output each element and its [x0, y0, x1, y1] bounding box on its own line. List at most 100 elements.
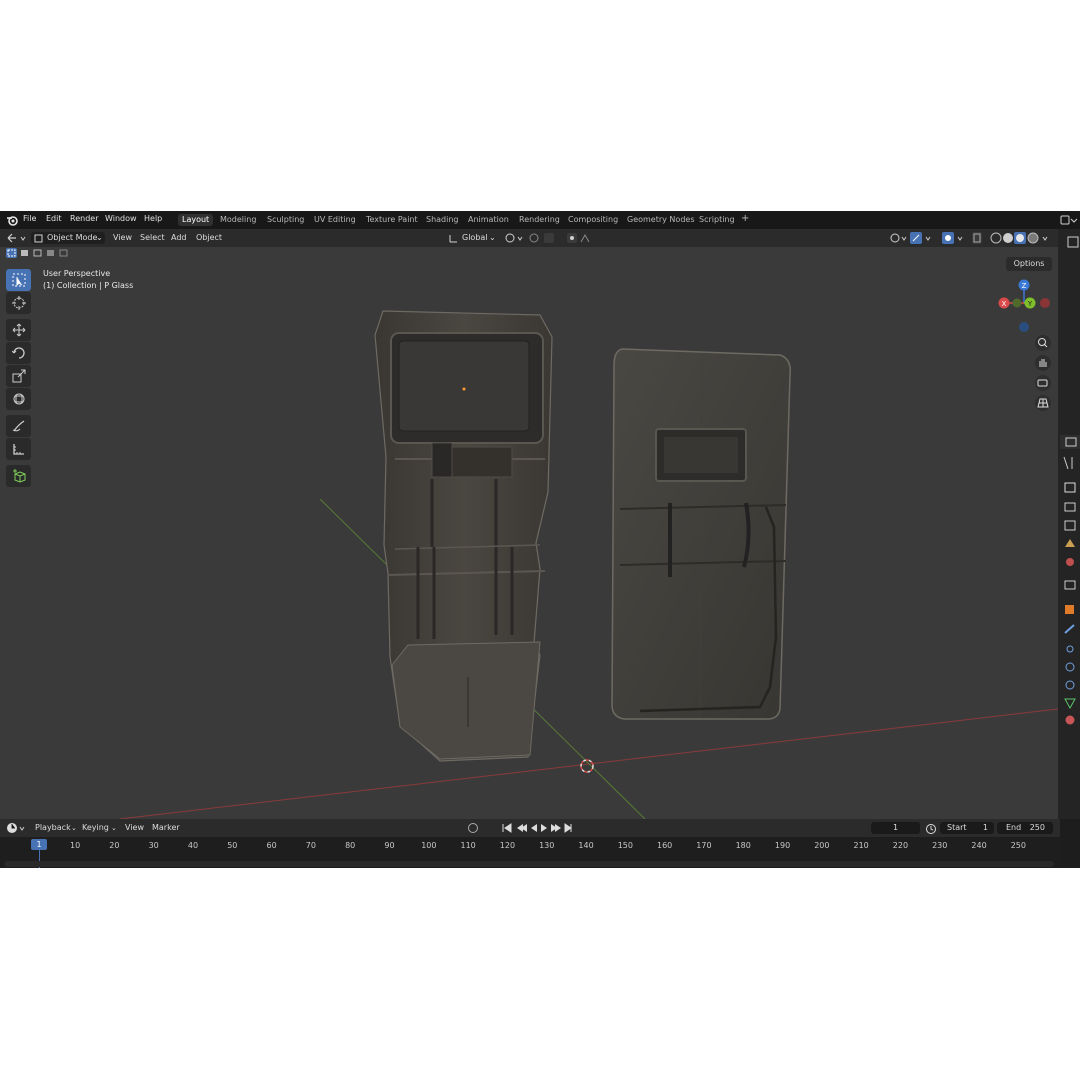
menu-select[interactable]: Select — [140, 232, 165, 244]
tab-uv-editing[interactable]: UV Editing — [310, 214, 360, 226]
timeline-tick-label: 90 — [384, 841, 395, 850]
timeline-tick-label: 220 — [892, 841, 909, 850]
timeline-tick-label: 170 — [696, 841, 712, 850]
menu-window[interactable]: Window — [105, 214, 137, 223]
current-frame-field[interactable]: 1 — [871, 822, 920, 834]
chevron-down-icon: ⌄ — [71, 824, 77, 832]
properties-tabs-icons[interactable] — [1060, 229, 1080, 749]
tab-shading[interactable]: Shading — [422, 214, 463, 226]
jump-start-icon — [502, 823, 512, 833]
timeline-tick-label: 110 — [460, 841, 476, 850]
tab-compositing[interactable]: Compositing — [564, 214, 622, 226]
world-icon — [1066, 558, 1074, 566]
navigation-gizmo[interactable]: Z X Y — [994, 275, 1056, 337]
timeline-tick-label: 20 — [109, 841, 120, 850]
timeline-tick-label: 130 — [539, 841, 555, 850]
end-label: End — [1006, 823, 1022, 832]
tab-scripting[interactable]: Scripting — [695, 214, 739, 226]
transform-orientation-dropdown[interactable]: Global ⌄ — [446, 232, 498, 244]
timeline-tick-label: 30 — [148, 841, 159, 850]
snapping-proportional-icons[interactable] — [503, 232, 598, 244]
scene-icon — [1065, 539, 1075, 547]
scale-icon — [12, 369, 25, 383]
3d-viewport[interactable]: User Perspective (1) Collection | P Glas… — [0, 247, 1058, 819]
tab-sculpting[interactable]: Sculpting — [263, 214, 308, 226]
play-icon — [541, 824, 547, 832]
add-cube-tool[interactable] — [6, 465, 31, 487]
gizmo-x-label: X — [1002, 300, 1007, 308]
scene-selector-icon[interactable] — [1060, 214, 1078, 226]
scene-canvas — [119, 310, 1058, 819]
menu-view[interactable]: View — [113, 232, 132, 244]
select-box-tool[interactable] — [6, 269, 31, 291]
gizmo-y-label: Y — [1027, 300, 1033, 308]
tab-rendering[interactable]: Rendering — [515, 214, 564, 226]
end-frame-field[interactable]: End 250 — [997, 822, 1053, 834]
chevron-down-icon: ⌄ — [489, 233, 496, 242]
measure-tool[interactable] — [6, 438, 31, 460]
timeline-tick-label: 210 — [853, 841, 869, 850]
menu-file[interactable]: File — [23, 214, 36, 223]
render-icon — [1064, 482, 1076, 493]
rotate-tool[interactable] — [6, 342, 31, 364]
end-value: 250 — [1029, 823, 1045, 832]
menu-marker[interactable]: Marker — [152, 822, 180, 834]
timeline-tick-label: 120 — [499, 841, 516, 850]
gizmo-neg-y — [1012, 298, 1022, 308]
jump-keyframe-back-icon — [517, 824, 527, 832]
transform-tool[interactable] — [6, 388, 31, 410]
timeline-tick-label: 40 — [187, 841, 199, 850]
shading-mode-buttons[interactable] — [972, 232, 1054, 244]
annotate-tool[interactable] — [6, 415, 31, 437]
stopwatch-icon[interactable] — [925, 822, 937, 834]
timeline-tick-label: 250 — [1010, 841, 1026, 850]
tab-layout[interactable]: Layout — [178, 214, 214, 226]
menu-playback[interactable]: Playback — [35, 822, 71, 834]
timeline-tick-label: 230 — [932, 841, 948, 850]
menu-keying[interactable]: Keying — [82, 822, 109, 834]
menu-render[interactable]: Render — [70, 214, 98, 223]
timeline-tick-label: 190 — [774, 841, 791, 850]
options-dropdown[interactable]: Options — [1006, 257, 1052, 271]
add-workspace-button[interactable]: + — [737, 213, 753, 225]
particles-icon — [1066, 645, 1074, 653]
blender-logo-icon[interactable] — [6, 214, 18, 226]
select-mode-buttons[interactable] — [6, 247, 70, 259]
playback-controls[interactable] — [467, 822, 579, 834]
menu-object[interactable]: Object — [196, 232, 222, 244]
tab-animation[interactable]: Animation — [464, 214, 513, 226]
timeline-scrollbar[interactable] — [4, 861, 1054, 867]
timeline-area[interactable]: 1 10 20 30 40 50 60 70 80 90 100 110 120 130 140 150 16… — [0, 837, 1060, 868]
timeline-editor-icon[interactable] — [6, 822, 28, 834]
shield-back-model — [374, 310, 553, 762]
timeline-tick-label: 80 — [345, 841, 356, 850]
move-arrows-icon — [12, 323, 25, 337]
editor-type-icon[interactable] — [6, 232, 28, 244]
playhead-frame-badge[interactable]: 1 — [31, 839, 47, 850]
tab-modeling[interactable]: Modeling — [216, 214, 260, 226]
menu-edit[interactable]: Edit — [46, 214, 62, 223]
view-name: User Perspective — [43, 269, 111, 278]
timeline-tick-label: 240 — [971, 841, 987, 850]
menu-help[interactable]: Help — [144, 214, 162, 223]
chevron-down-icon: ⌄ — [111, 824, 117, 832]
collection-info: (1) Collection | P Glass — [43, 281, 134, 290]
menu-add[interactable]: Add — [171, 232, 187, 244]
timeline-tick-label: 100 — [421, 841, 437, 850]
move-tool[interactable] — [6, 319, 31, 341]
tab-geometry-nodes[interactable]: Geometry Nodes — [623, 214, 698, 226]
timeline-tick-label: 200 — [814, 841, 830, 850]
cursor-tool[interactable] — [6, 292, 31, 314]
menu-view[interactable]: View — [125, 822, 144, 834]
viewport-nav-buttons[interactable] — [1034, 335, 1052, 415]
timeline-header: Playback ⌄ Keying ⌄ View Marker 1 Start … — [0, 819, 1060, 837]
object-icon — [1065, 605, 1074, 614]
gizmo-neg-x — [1040, 298, 1050, 308]
start-frame-field[interactable]: Start 1 — [940, 822, 994, 834]
scale-tool[interactable] — [6, 365, 31, 387]
gizmo-z-label: Z — [1022, 282, 1027, 290]
physics-icon — [1065, 662, 1075, 672]
object-mode-dropdown[interactable]: Object Mode ⌄ — [31, 232, 105, 244]
viewport-gizmo-toggles[interactable] — [888, 232, 970, 244]
tab-texture-paint[interactable]: Texture Paint — [362, 214, 422, 226]
